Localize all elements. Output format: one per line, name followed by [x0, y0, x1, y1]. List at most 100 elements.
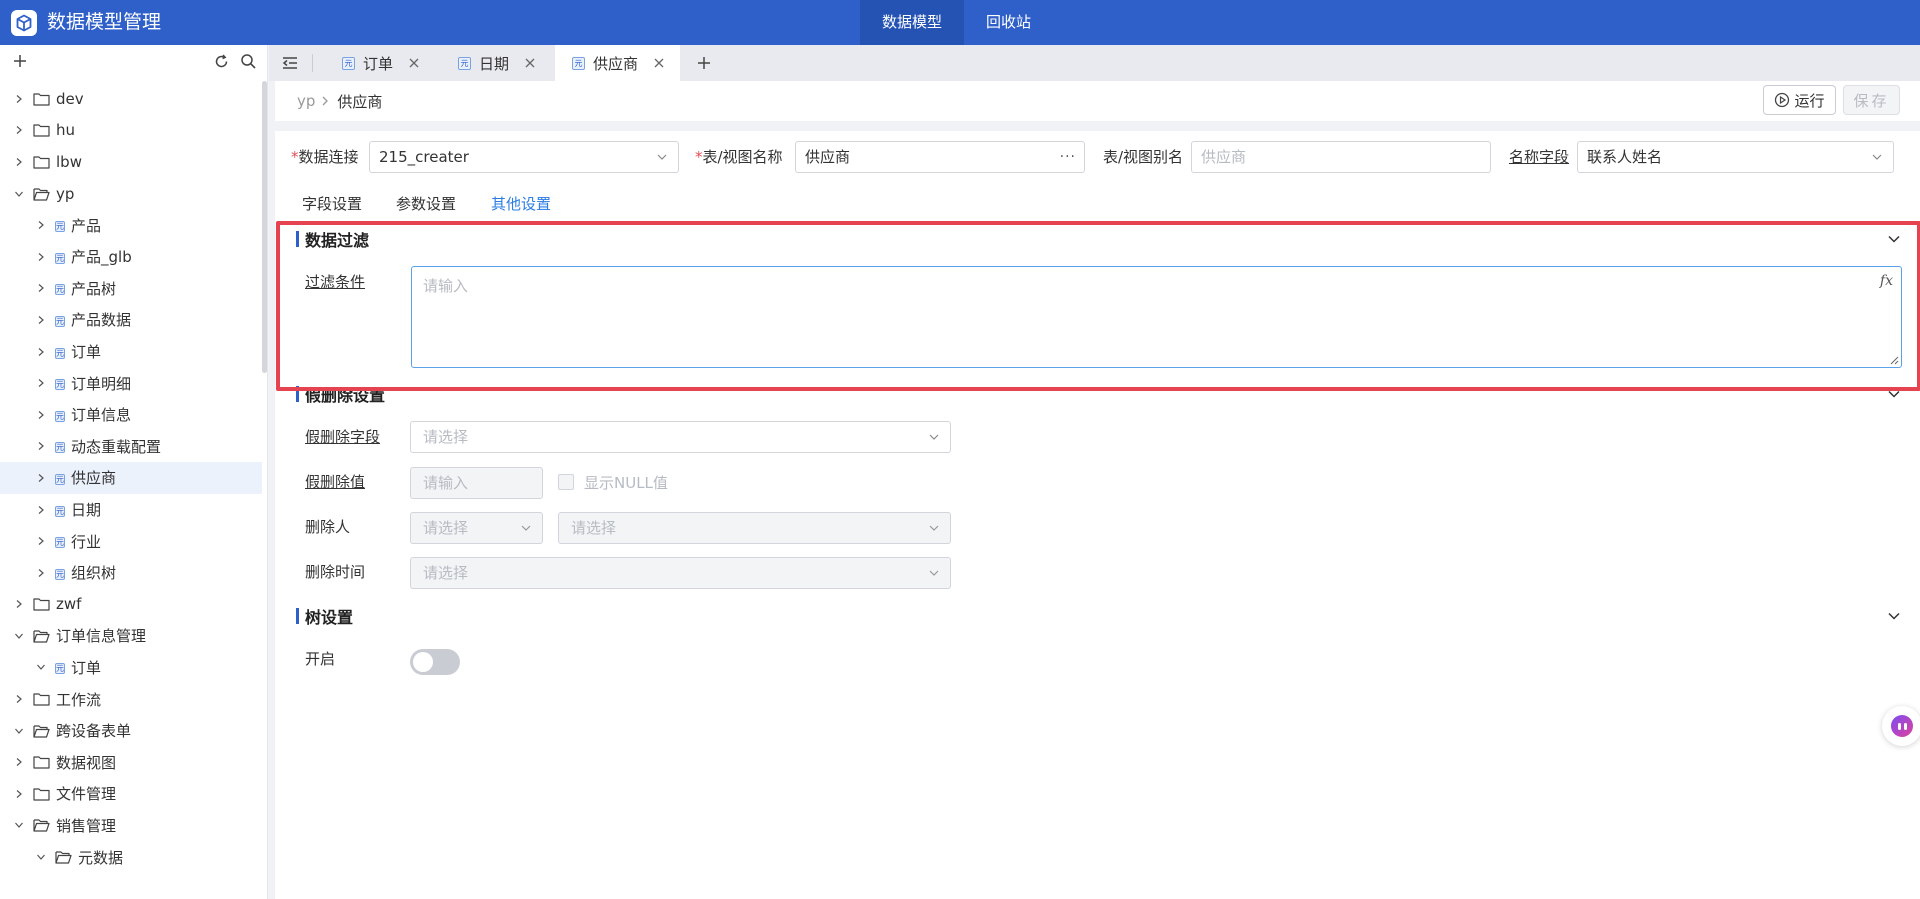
enable-label: 开启: [305, 650, 336, 668]
chevron-right-icon[interactable]: [12, 92, 26, 106]
show-null-checkbox[interactable]: [558, 474, 574, 490]
tree-item[interactable]: 跨设备表单: [0, 715, 262, 747]
resize-grip-icon[interactable]: [1890, 356, 1899, 365]
name-field-select[interactable]: 联系人姓名: [1577, 141, 1894, 173]
tab-date[interactable]: 元 日期: [458, 45, 535, 81]
chevron-down-icon[interactable]: [12, 818, 26, 832]
deleter-select-2[interactable]: 请选择: [558, 512, 951, 544]
chevron-right-icon[interactable]: [34, 408, 48, 422]
chevron-right-icon[interactable]: [12, 155, 26, 169]
assistant-button[interactable]: [1882, 706, 1920, 746]
tree-item[interactable]: 销售管理: [0, 810, 262, 842]
chevron-right-icon: [321, 95, 329, 107]
chevron-right-icon[interactable]: [34, 471, 48, 485]
topnav-recycle-bin[interactable]: 回收站: [964, 0, 1053, 45]
delete-time-select[interactable]: 请选择: [410, 557, 951, 589]
tree-item[interactable]: 元动态重载配置: [0, 431, 262, 463]
collapse-sidebar-icon[interactable]: [281, 55, 299, 71]
tree-item[interactable]: 元日期: [0, 494, 262, 526]
chevron-down-icon[interactable]: [34, 850, 48, 864]
add-tab-icon[interactable]: [696, 55, 712, 71]
chevron-right-icon[interactable]: [34, 534, 48, 548]
chevron-right-icon[interactable]: [34, 281, 48, 295]
tree-item[interactable]: 订单信息管理: [0, 620, 262, 652]
chevron-down-icon: [656, 151, 668, 163]
chevron-right-icon[interactable]: [34, 218, 48, 232]
chevron-right-icon[interactable]: [12, 787, 26, 801]
chevron-right-icon[interactable]: [34, 503, 48, 517]
search-icon[interactable]: [240, 53, 257, 70]
chevron-right-icon[interactable]: [12, 755, 26, 769]
close-icon[interactable]: [409, 58, 419, 68]
breadcrumb-root[interactable]: yp: [297, 92, 315, 110]
chevron-right-icon[interactable]: [34, 439, 48, 453]
alias-label: 表/视图别名: [1103, 148, 1184, 166]
tree-item[interactable]: 文件管理: [0, 778, 262, 810]
tree-enable-toggle[interactable]: [410, 649, 460, 675]
tree-item[interactable]: 元组织树: [0, 557, 262, 589]
chevron-down-icon: [928, 431, 940, 443]
tree-item[interactable]: 元产品数据: [0, 304, 262, 336]
tree-item[interactable]: 元供应商: [0, 462, 262, 494]
fx-icon[interactable]: fx: [1880, 273, 1893, 289]
tree-item[interactable]: dev: [0, 83, 262, 115]
tree-item[interactable]: 元订单信息: [0, 399, 262, 431]
tree-item[interactable]: 元行业: [0, 525, 262, 557]
tree-item[interactable]: 元产品树: [0, 273, 262, 305]
tree-item[interactable]: 元订单明细: [0, 367, 262, 399]
tree-item[interactable]: 工作流: [0, 683, 262, 715]
tree-item[interactable]: 元订单: [0, 336, 262, 368]
tab-other-settings[interactable]: 其他设置: [491, 187, 551, 221]
add-icon[interactable]: [12, 53, 28, 69]
alias-input[interactable]: 供应商: [1191, 141, 1491, 173]
chevron-right-icon[interactable]: [12, 692, 26, 706]
tree-item[interactable]: 元产品_glb: [0, 241, 262, 273]
tree-item[interactable]: 元产品: [0, 209, 262, 241]
chevron-right-icon[interactable]: [34, 313, 48, 327]
chevron-right-icon[interactable]: [34, 566, 48, 580]
sidebar: dev hu lbw yp 元产品元产品_glb 元产品树元产品数据元订单元订单明细元订单…: [0, 45, 268, 899]
chevron-down-icon[interactable]: [12, 629, 26, 643]
chevron-down-icon[interactable]: [1887, 387, 1901, 401]
soft-delete-field-select[interactable]: 请选择: [410, 421, 951, 453]
tree-item-label: 组织树: [71, 564, 117, 583]
chevron-right-icon[interactable]: [12, 123, 26, 137]
app-logo-icon: [11, 10, 37, 36]
tree-item[interactable]: 元订单: [0, 652, 262, 684]
chevron-right-icon[interactable]: [34, 345, 48, 359]
chevron-down-icon[interactable]: [12, 724, 26, 738]
filter-condition-input[interactable]: 请输入 fx: [411, 266, 1902, 368]
tree-item[interactable]: lbw: [0, 146, 262, 178]
tree-item[interactable]: 元数据: [0, 841, 262, 873]
chevron-down-icon[interactable]: [34, 660, 48, 674]
topnav-data-model[interactable]: 数据模型: [860, 0, 965, 45]
tree-item[interactable]: hu: [0, 115, 262, 147]
tab-field-settings[interactable]: 字段设置: [302, 187, 362, 221]
tab-label: 供应商: [593, 54, 639, 73]
tab-order[interactable]: 元 订单: [342, 45, 419, 81]
chevron-right-icon[interactable]: [12, 597, 26, 611]
run-button[interactable]: 运行: [1763, 85, 1836, 115]
soft-delete-value-input[interactable]: 请输入: [410, 467, 543, 499]
close-icon[interactable]: [654, 58, 664, 68]
chevron-down-icon[interactable]: [12, 187, 26, 201]
connection-select[interactable]: 215_creater: [369, 141, 679, 173]
chevron-down-icon[interactable]: [1887, 609, 1901, 623]
chevron-right-icon[interactable]: [34, 250, 48, 264]
chevron-right-icon[interactable]: [34, 376, 48, 390]
sidebar-scrollbar[interactable]: [262, 81, 267, 373]
deleter-select-1[interactable]: 请选择: [410, 512, 543, 544]
save-button[interactable]: 保存: [1843, 85, 1900, 115]
table-name-field[interactable]: 供应商 ···: [795, 141, 1085, 173]
close-icon[interactable]: [525, 58, 535, 68]
tab-param-settings[interactable]: 参数设置: [396, 187, 456, 221]
refresh-icon[interactable]: [213, 53, 230, 70]
tree-item[interactable]: 数据视图: [0, 746, 262, 778]
tree-item[interactable]: yp: [0, 178, 262, 210]
chevron-down-icon[interactable]: [1887, 232, 1901, 246]
more-icon[interactable]: ···: [1060, 142, 1076, 172]
tab-supplier[interactable]: 元 供应商: [555, 45, 681, 81]
filter-placeholder: 请输入: [423, 277, 469, 295]
tree-item-label: lbw: [56, 152, 82, 171]
tree-item[interactable]: zwf: [0, 589, 262, 621]
